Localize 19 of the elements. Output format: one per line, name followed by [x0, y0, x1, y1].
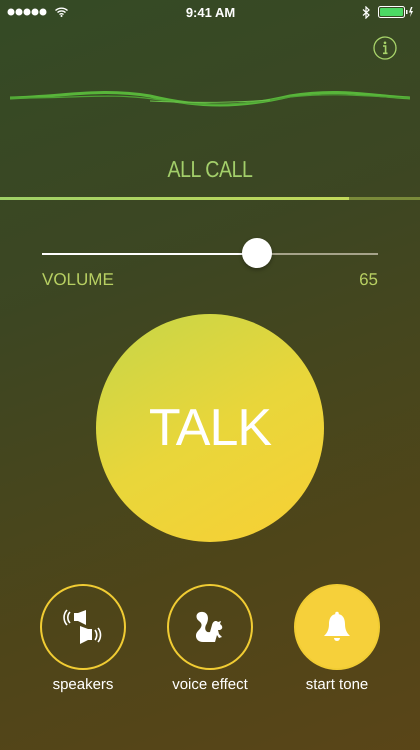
- channel-name: ALL CALL: [168, 156, 252, 183]
- action-label: voice effect: [172, 676, 248, 693]
- talk-button[interactable]: TALK: [96, 314, 324, 542]
- action-label: speakers: [52, 676, 114, 693]
- action-label: start tone: [306, 676, 368, 693]
- battery-icon: [378, 6, 414, 18]
- bell-icon: [322, 611, 352, 643]
- info-icon: [373, 36, 397, 60]
- wifi-icon: [55, 7, 68, 17]
- status-time: 9:41 AM: [186, 4, 236, 20]
- voice-effect-button[interactable]: [167, 584, 253, 670]
- volume-slider[interactable]: [42, 238, 378, 270]
- info-button[interactable]: [373, 36, 397, 60]
- bluetooth-icon: [362, 6, 370, 18]
- volume-label: VOLUME: [42, 270, 114, 290]
- slider-thumb[interactable]: [242, 238, 272, 268]
- speakers-button[interactable]: [40, 584, 126, 670]
- volume-value: 65: [359, 270, 378, 290]
- speakers-icon: [63, 608, 103, 646]
